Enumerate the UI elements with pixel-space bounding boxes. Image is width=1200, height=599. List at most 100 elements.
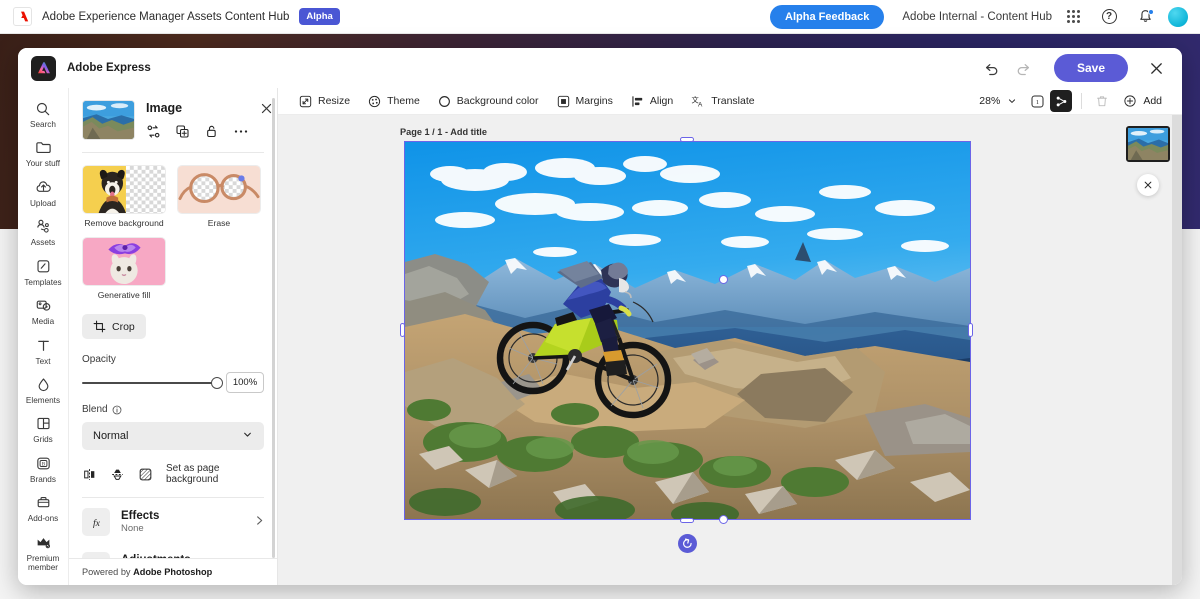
remove-page-button[interactable] — [1137, 174, 1159, 196]
blend-mode-select[interactable]: Normal — [82, 422, 264, 450]
chevron-right-icon — [255, 515, 264, 529]
rail-item-media[interactable]: Media — [18, 291, 69, 330]
rail-item-add-ons[interactable]: Add-ons — [18, 488, 69, 527]
panel-header: Image — [82, 88, 264, 150]
erase-thumbnail — [177, 165, 261, 214]
editor-toolbar: Resize Theme — [278, 88, 1182, 115]
notifications-button[interactable] — [1130, 2, 1160, 32]
opacity-slider[interactable] — [82, 382, 217, 384]
zoom-level-value: 28% — [979, 95, 1000, 107]
flip-vertical-icon[interactable] — [110, 467, 125, 482]
set-as-page-background-label[interactable]: Set as page background — [166, 463, 264, 485]
image-properties-panel: Image — [69, 88, 278, 585]
divider — [82, 497, 264, 498]
addons-icon — [35, 493, 52, 512]
app-grid-button[interactable] — [1058, 2, 1088, 32]
rail-item-text[interactable]: Text — [18, 331, 69, 370]
organization-name: Adobe Internal - Content Hub — [902, 11, 1052, 23]
notification-dot — [1148, 9, 1154, 15]
rail-item-assets[interactable]: Assets — [18, 212, 69, 251]
fx-icon: fx — [82, 508, 110, 536]
toolbar-theme[interactable]: Theme — [359, 92, 429, 111]
opacity-slider-knob[interactable] — [211, 377, 223, 389]
timeline-icon: 1 — [1030, 94, 1045, 109]
rail-label: Add-ons — [19, 514, 68, 523]
alpha-feedback-button[interactable]: Alpha Feedback — [770, 5, 884, 29]
align-icon — [631, 95, 644, 108]
unlock-icon[interactable] — [204, 124, 219, 139]
toolbar-align[interactable]: Align — [622, 92, 682, 111]
rotate-handle[interactable] — [678, 534, 697, 553]
toolbar-translate[interactable]: 文 A Translate — [682, 92, 763, 111]
rail-item-search[interactable]: Search — [18, 94, 69, 133]
selection-handle-bottom-center[interactable] — [680, 518, 694, 523]
delete-button[interactable] — [1091, 90, 1113, 112]
animate-button[interactable] — [1050, 90, 1072, 112]
help-button[interactable]: ? — [1094, 2, 1124, 32]
rail-item-templates[interactable]: Templates — [18, 252, 69, 291]
assets-icon — [35, 217, 52, 236]
page-background-icon[interactable] — [138, 467, 153, 482]
avatar[interactable] — [1168, 7, 1188, 27]
add-label: Add — [1143, 95, 1162, 107]
selection-handle-top-left[interactable] — [719, 275, 728, 284]
remove-background-thumbnail — [82, 165, 166, 214]
quick-action-generative-fill[interactable]: Generative fill — [82, 237, 166, 300]
effects-row[interactable]: fx Effects None — [82, 500, 264, 544]
rail-label: Assets — [19, 238, 68, 247]
more-options-icon[interactable] — [233, 129, 249, 134]
close-modal-button[interactable] — [1142, 54, 1170, 82]
rail-item-brands[interactable]: B Brands — [18, 449, 69, 488]
selection-handle-middle-right[interactable] — [968, 323, 973, 337]
add-button[interactable]: Add — [1115, 91, 1170, 111]
selection-handle-middle-left[interactable] — [400, 323, 405, 337]
content-hub-app-title: Adobe Experience Manager Assets Content … — [42, 11, 289, 23]
divider — [82, 152, 264, 153]
panel-scrollbar[interactable] — [272, 98, 275, 558]
replace-image-icon[interactable] — [146, 124, 161, 139]
info-icon[interactable] — [112, 405, 122, 415]
rail-item-grids[interactable]: Grids — [18, 409, 69, 448]
opacity-label: Opacity — [82, 354, 264, 365]
blend-label-text: Blend — [82, 404, 108, 415]
toolbar-margins[interactable]: Margins — [548, 92, 622, 111]
quick-action-remove-background[interactable]: Remove background — [82, 165, 166, 228]
blend-label: Blend — [82, 404, 264, 415]
quick-actions-grid: Remove background — [82, 155, 264, 304]
plus-circle-icon — [1123, 94, 1137, 108]
flip-horizontal-icon[interactable] — [82, 467, 97, 482]
selection-handle-top-center[interactable] — [680, 137, 694, 142]
svg-text:fx: fx — [92, 518, 100, 529]
redo-button[interactable] — [1010, 54, 1038, 82]
background-color-icon — [438, 95, 451, 108]
save-button[interactable]: Save — [1054, 54, 1128, 82]
zoom-level-select[interactable]: 28% — [972, 92, 1024, 110]
effects-subtitle: None — [121, 523, 244, 535]
selection-handle-bottom-left[interactable] — [719, 515, 728, 524]
rail-item-premium-member[interactable]: Premium member — [18, 528, 69, 577]
rail-item-upload[interactable]: Upload — [18, 173, 69, 212]
panel-footer: Powered by Adobe Photoshop — [69, 558, 277, 585]
quick-action-erase[interactable]: Erase — [177, 165, 261, 228]
adjustments-row[interactable]: Adjustments None — [82, 544, 264, 558]
blend-mode-value: Normal — [93, 430, 128, 442]
duplicate-icon[interactable] — [175, 124, 190, 139]
opacity-value-input[interactable]: 100% — [226, 372, 264, 393]
page-thumbnail-1[interactable] — [1126, 126, 1170, 162]
templates-icon — [35, 257, 52, 276]
express-app-name: Adobe Express — [67, 62, 151, 74]
page-title-label[interactable]: Page 1 / 1 - Add title — [400, 127, 487, 137]
screen-root: Search BRAND GUIDELINES Adobe Experience… — [0, 0, 1200, 599]
timeline-button[interactable]: 1 — [1026, 90, 1048, 112]
theme-icon — [368, 95, 381, 108]
toolbar-background-color[interactable]: Background color — [429, 92, 548, 111]
crop-button[interactable]: Crop — [82, 314, 146, 339]
rail-item-your-stuff[interactable]: Your stuff — [18, 133, 69, 172]
rail-label: Elements — [19, 396, 68, 405]
resize-icon — [299, 95, 312, 108]
rail-item-elements[interactable]: Elements — [18, 370, 69, 409]
rail-label: Search — [19, 120, 68, 129]
toolbar-resize[interactable]: Resize — [290, 92, 359, 111]
artboard[interactable] — [405, 142, 970, 519]
undo-button[interactable] — [978, 54, 1006, 82]
